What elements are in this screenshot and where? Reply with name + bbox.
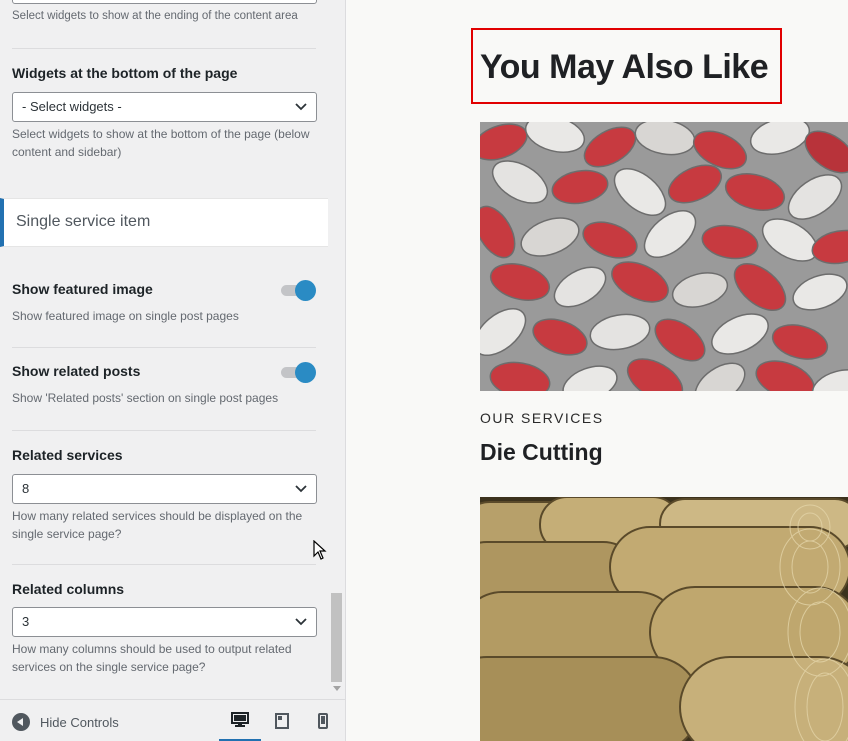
divider <box>12 564 316 565</box>
related-columns-title: Related columns <box>12 581 125 597</box>
controls-scroll-area[interactable]: Select widgets to show at the ending of … <box>0 0 330 698</box>
scroll-down-arrow-icon[interactable] <box>333 686 341 691</box>
related-services-help: How many related services should be disp… <box>12 509 303 541</box>
toggle-knob <box>295 362 316 383</box>
mobile-icon <box>318 713 328 729</box>
bottom-widgets-select[interactable]: - Select widgets - <box>12 92 317 122</box>
divider <box>12 430 316 431</box>
scrollbar-thumb[interactable] <box>331 593 342 682</box>
toggle-knob <box>295 280 316 301</box>
related-heading: You May Also Like <box>480 48 769 86</box>
customizer-panel: Select widgets to show at the ending of … <box>0 0 346 741</box>
die-cut-pieces-image <box>480 122 848 391</box>
chevron-down-icon <box>295 485 307 493</box>
related-columns-help: How many columns should be used to outpu… <box>12 642 292 674</box>
hide-controls-button[interactable]: Hide Controls <box>12 712 119 732</box>
related-services-select[interactable]: 8 <box>12 474 317 504</box>
top-select-remnant <box>12 0 317 4</box>
divider <box>12 347 316 348</box>
section-title: Single service item <box>16 213 151 230</box>
featured-image-toggle[interactable] <box>281 279 317 301</box>
card-category[interactable]: OUR SERVICES <box>480 410 604 426</box>
hide-controls-label: Hide Controls <box>40 714 119 730</box>
related-services-value: 8 <box>22 481 30 496</box>
desktop-icon <box>231 711 249 727</box>
service-image-tape-rolls[interactable] <box>480 497 848 741</box>
preview-desktop-button[interactable] <box>219 700 261 741</box>
service-image-die-cutting[interactable] <box>480 122 848 391</box>
bottom-widgets-select-value: - Select widgets - <box>22 99 122 114</box>
chevron-down-icon <box>295 618 307 626</box>
section-single-service-item[interactable]: Single service item <box>0 198 328 247</box>
related-columns-select[interactable]: 3 <box>12 607 317 637</box>
related-columns-value: 3 <box>22 614 30 629</box>
featured-image-help: Show featured image on single post pages <box>12 309 239 323</box>
related-services-title: Related services <box>12 447 123 463</box>
featured-image-title: Show featured image <box>12 281 153 297</box>
bottom-widgets-title: Widgets at the bottom of the page <box>12 65 238 81</box>
tablet-icon <box>275 713 289 729</box>
top-widgets-help: Select widgets to show at the ending of … <box>12 10 298 22</box>
tape-rolls-image <box>480 497 848 741</box>
chevron-down-icon <box>295 103 307 111</box>
related-posts-toggle[interactable] <box>281 361 317 383</box>
related-posts-help: Show 'Related posts' section on single p… <box>12 391 279 405</box>
preview-mobile-button[interactable] <box>302 700 344 741</box>
site-preview: You May Also Like OUR SERVICES Die Cutti… <box>347 0 848 741</box>
preview-tablet-button[interactable] <box>261 700 303 741</box>
related-heading-box: You May Also Like <box>471 28 782 104</box>
related-posts-title: Show related posts <box>12 363 141 379</box>
card-title[interactable]: Die Cutting <box>480 439 603 466</box>
bottom-widgets-help: Select widgets to show at the bottom of … <box>12 127 310 159</box>
customizer-footer: Hide Controls <box>0 699 345 741</box>
collapse-arrow-icon <box>12 713 30 731</box>
mouse-cursor-icon <box>313 540 327 560</box>
divider <box>12 48 316 49</box>
